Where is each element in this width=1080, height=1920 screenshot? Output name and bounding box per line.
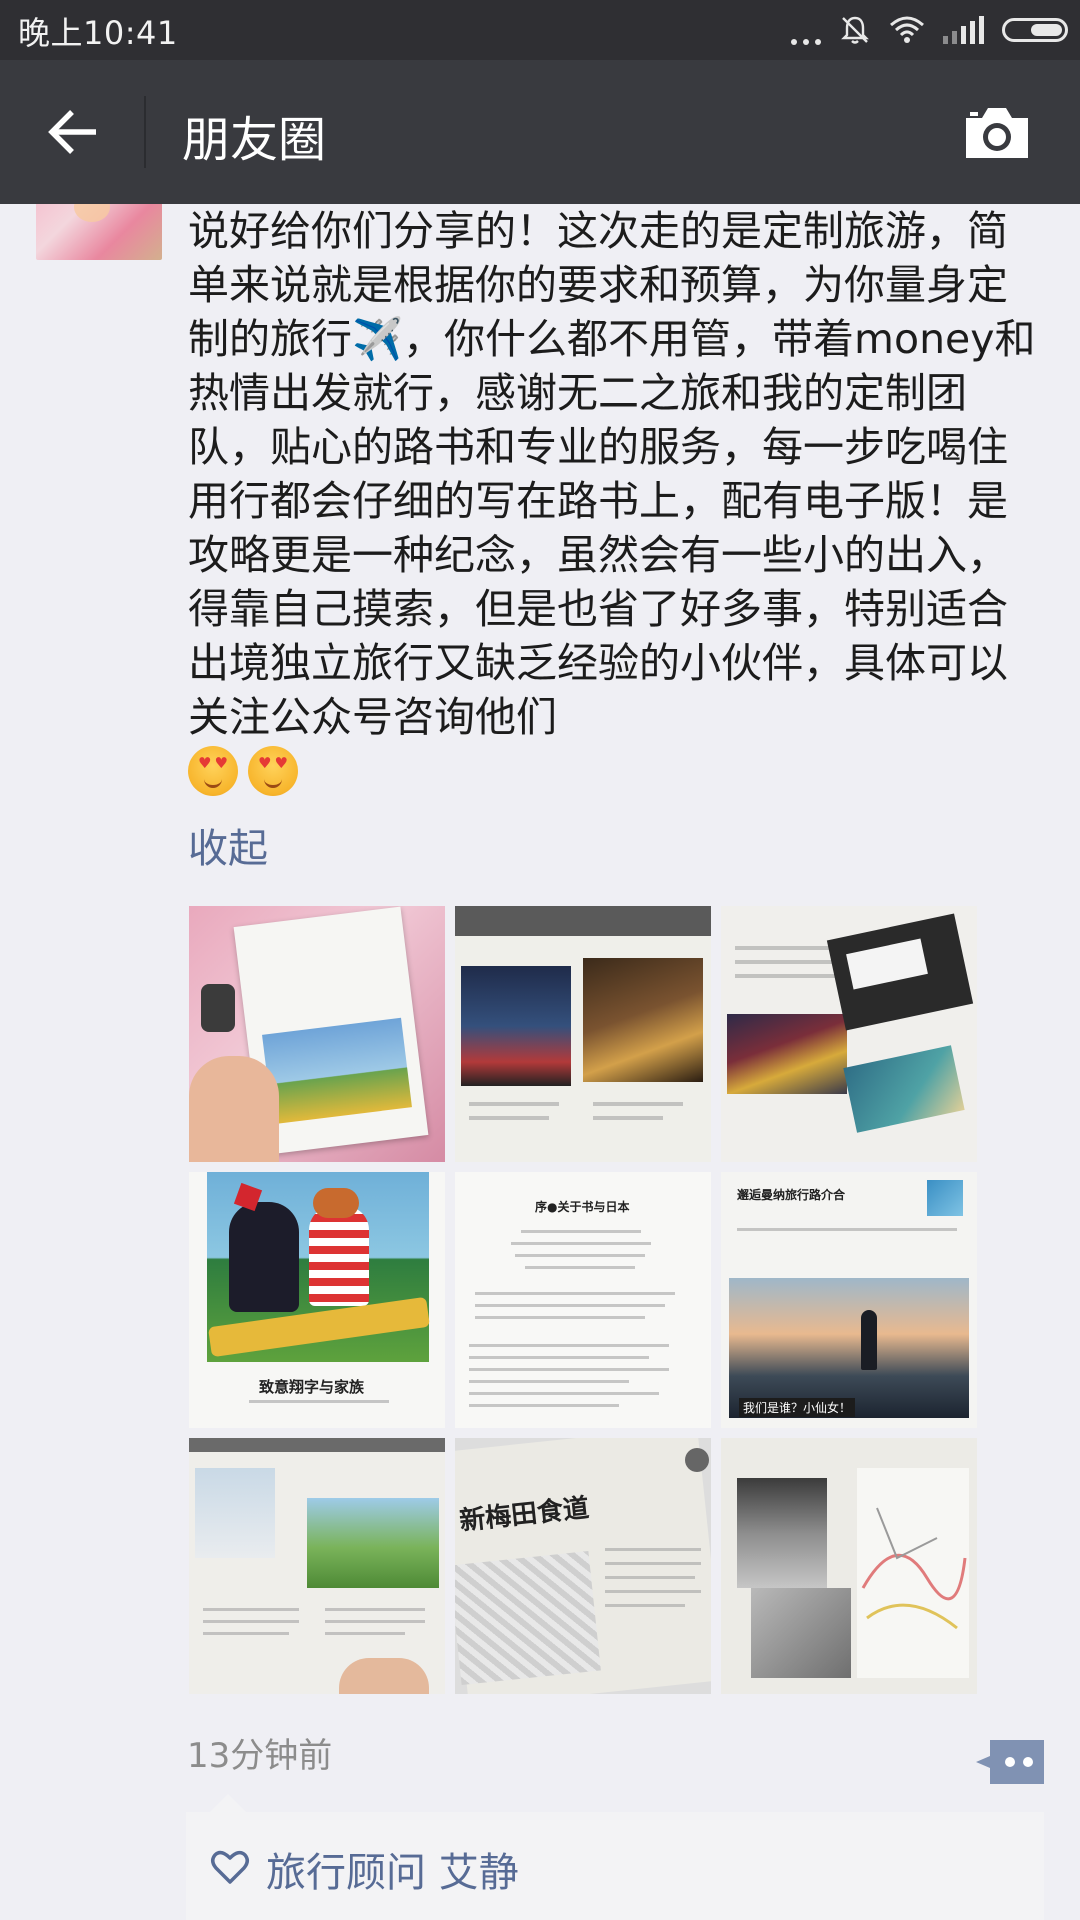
heart-eyes-emoji-icon [188, 746, 238, 796]
avatar[interactable] [36, 204, 162, 260]
map-route-icon [861, 1507, 967, 1630]
likes-section: 旅行顾问 艾静 [186, 1794, 1044, 1920]
camera-icon[interactable] [962, 104, 1032, 162]
post-image-8[interactable]: 新梅田食道 [455, 1438, 711, 1694]
liker-names[interactable]: 旅行顾问 艾静 [266, 1840, 519, 1898]
image-caption: 致意翔字与家族 [259, 1378, 365, 1396]
more-notifications-icon [791, 15, 821, 45]
page-title: 朋友圈 [182, 112, 327, 168]
post-image-4[interactable]: 致意翔字与家族 [189, 1172, 445, 1428]
post-image-5[interactable]: 序●关于书与日本 [455, 1172, 711, 1428]
post-image-3[interactable] [721, 906, 977, 1162]
arrow-left-icon[interactable] [46, 104, 102, 160]
image-caption: 序●关于书与日本 [535, 1200, 630, 1214]
nav-divider [144, 96, 146, 168]
signal-icon [943, 16, 984, 44]
post-image-9[interactable] [721, 1438, 977, 1694]
image-photo-caption: 我们是谁？小仙女！ [739, 1398, 856, 1417]
heart-eyes-emoji-icon [248, 746, 298, 796]
post-image-2[interactable] [455, 906, 711, 1162]
collapse-link[interactable]: 收起 [188, 816, 268, 874]
comment-menu-icon[interactable] [976, 1740, 1044, 1784]
post-image-6[interactable]: 邂逅曼纳旅行路介合 我们是谁？小仙女！ [721, 1172, 977, 1428]
image-caption: 邂逅曼纳旅行路介合 [737, 1188, 846, 1202]
mute-bell-icon [841, 16, 869, 44]
post-timestamp: 13分钟前 [187, 1736, 333, 1776]
emoji-row [188, 746, 298, 796]
nav-bar: 朋友圈 [0, 60, 1080, 204]
battery-icon [1002, 18, 1068, 42]
post-text: 说好给你们分享的！这次走的是定制旅游，简单来说就是根据你的要求和预算，为你量身定… [188, 207, 1036, 741]
wifi-icon [890, 16, 924, 43]
heart-outline-icon [211, 1850, 249, 1884]
post-image-7[interactable] [189, 1438, 445, 1694]
image-grid: 致意翔字与家族 序●关于书与日本 邂逅曼纳旅行路介合 我们是谁？小仙女！ 新梅田… [189, 906, 979, 1694]
post-image-1[interactable] [189, 906, 445, 1162]
status-time: 晚上10:41 [18, 14, 178, 52]
status-icons [791, 10, 1068, 50]
status-bar: 晚上10:41 [0, 0, 1080, 60]
moments-feed: 说好给你们分享的！这次走的是定制旅游，简单来说就是根据你的要求和预算，为你量身定… [0, 204, 1080, 1920]
